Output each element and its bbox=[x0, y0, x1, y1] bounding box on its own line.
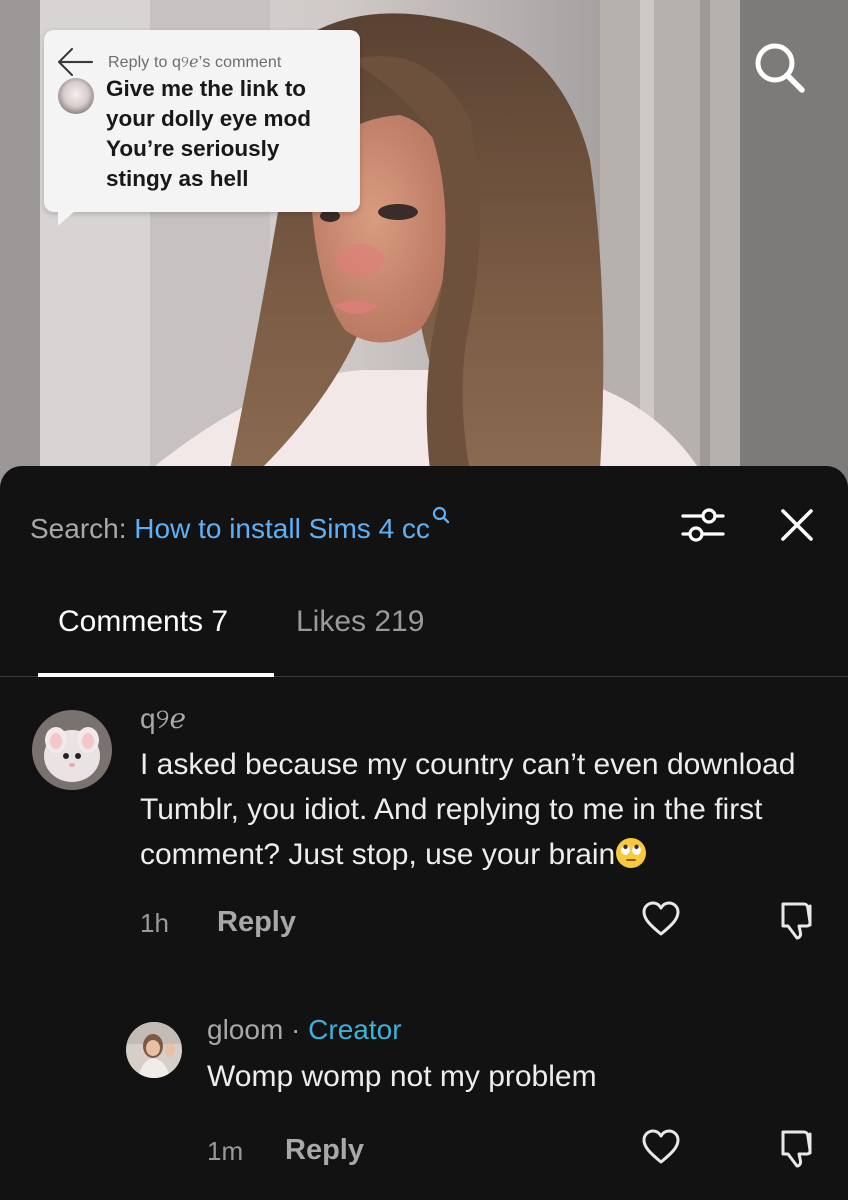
app-root: Reply to q୨ℯ’s comment Give me the link … bbox=[0, 0, 848, 1200]
quoted-comment-text: Give me the link to your dolly eye mod Y… bbox=[106, 76, 312, 191]
filter-sliders-icon[interactable] bbox=[680, 502, 726, 548]
search-icon[interactable] bbox=[750, 38, 810, 98]
avatar bbox=[58, 78, 94, 114]
close-icon[interactable] bbox=[776, 504, 818, 546]
comment-username[interactable]: gloom bbox=[207, 1014, 283, 1045]
search-prefix: Search: bbox=[30, 513, 127, 544]
avatar[interactable] bbox=[126, 1022, 182, 1078]
search-mini-icon bbox=[432, 506, 450, 524]
dislike-icon[interactable] bbox=[774, 896, 822, 944]
comment-timestamp: 1h bbox=[140, 908, 169, 938]
reply-sticker[interactable]: Reply to q୨ℯ’s comment Give me the link … bbox=[44, 30, 360, 226]
creator-badge: Creator bbox=[308, 1014, 402, 1045]
comments-sheet: Search: How to install Sims 4 cc Comment… bbox=[0, 466, 848, 1200]
comment-timestamp: 1m bbox=[207, 1136, 244, 1166]
heart-icon[interactable] bbox=[640, 898, 682, 940]
reply-button[interactable]: Reply bbox=[285, 1134, 364, 1167]
comment-text: I asked because my country can’t even do… bbox=[140, 742, 820, 877]
search-query[interactable]: How to install Sims 4 cc bbox=[134, 513, 430, 544]
comment-username[interactable]: q୨ℯ bbox=[140, 702, 186, 736]
comment-text-content: I asked because my country can’t even do… bbox=[140, 748, 796, 871]
tab-comments[interactable]: Comments 7 bbox=[58, 604, 228, 640]
face-with-rolling-eyes-icon bbox=[616, 838, 647, 868]
comment-text: Womp womp not my problem bbox=[207, 1060, 597, 1093]
comment-username-line: gloom · Creator bbox=[207, 1014, 402, 1046]
separator-dot: · bbox=[291, 1014, 301, 1045]
back-arrow-icon bbox=[57, 47, 94, 77]
dislike-icon[interactable] bbox=[774, 1124, 822, 1172]
reply-to-label: Reply to q୨ℯ’s comment bbox=[108, 54, 282, 71]
sticker-tail bbox=[58, 210, 76, 226]
avatar[interactable] bbox=[32, 710, 112, 790]
heart-icon[interactable] bbox=[640, 1126, 682, 1168]
search-suggestion[interactable]: Search: How to install Sims 4 cc bbox=[30, 506, 450, 545]
tab-likes[interactable]: Likes 219 bbox=[296, 604, 424, 640]
reply-button[interactable]: Reply bbox=[217, 906, 296, 939]
active-tab-indicator bbox=[38, 673, 274, 677]
